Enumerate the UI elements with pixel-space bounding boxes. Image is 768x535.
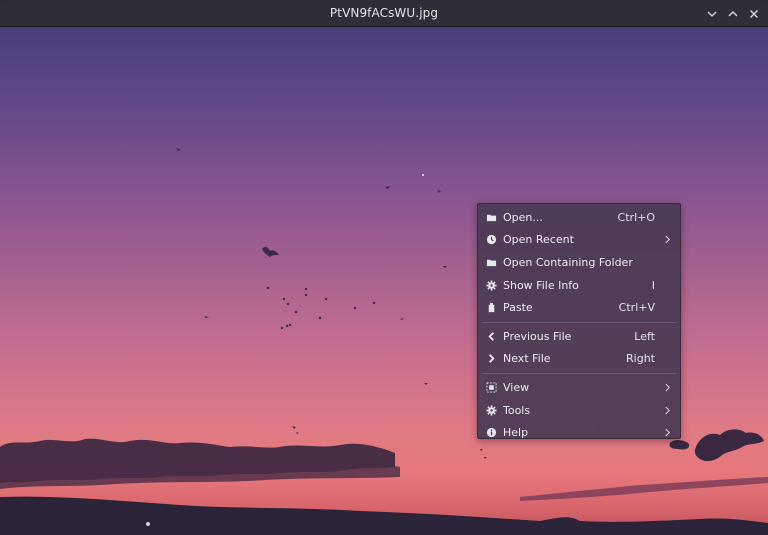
menu-item-shortcut: Left: [634, 329, 655, 343]
menu-item-shortcut: I: [651, 278, 655, 292]
context-menu: Open... Ctrl+O Open Recent Open Containing …: [477, 203, 681, 439]
chevron-up-icon: [728, 10, 738, 17]
close-button[interactable]: [746, 6, 762, 22]
paste-icon: [485, 302, 497, 314]
menu-item-open-containing-folder[interactable]: Open Containing Folder: [478, 251, 680, 274]
chevron-left-icon: [485, 330, 497, 342]
menu-item-help[interactable]: Help: [478, 421, 680, 444]
image-viewer-window: PtVN9fACsWU.jpg Open... Ctrl+O Open Rece…: [0, 0, 768, 535]
submenu-arrow-icon: [663, 235, 671, 245]
clock-icon: [485, 234, 497, 246]
menu-item-next-file[interactable]: Next File Right: [478, 348, 680, 371]
menu-item-label: Tools: [503, 403, 531, 417]
submenu-arrow-icon: [663, 428, 671, 438]
menu-item-open[interactable]: Open... Ctrl+O: [478, 206, 680, 229]
menu-item-paste[interactable]: Paste Ctrl+V: [478, 296, 680, 319]
menu-item-label: Open...: [503, 210, 543, 224]
menu-item-previous-file[interactable]: Previous File Left: [478, 325, 680, 348]
submenu-arrow-icon: [663, 405, 671, 415]
menu-item-label: Next File: [503, 352, 551, 366]
horizon-silhouette: [0, 496, 768, 535]
minimize-button[interactable]: [704, 6, 720, 22]
gear-icon: [485, 279, 497, 291]
chevron-right-icon: [485, 353, 497, 365]
close-icon: [749, 9, 759, 18]
menu-item-label: View: [503, 380, 530, 394]
menu-item-tools[interactable]: Tools: [478, 399, 680, 422]
image-canvas[interactable]: Open... Ctrl+O Open Recent Open Containing …: [0, 27, 768, 535]
menu-item-label: Show File Info: [503, 278, 579, 292]
maximize-button[interactable]: [725, 6, 741, 22]
menu-separator: [482, 373, 676, 375]
menu-item-label: Open Containing Folder: [503, 255, 633, 269]
menu-item-label: Help: [503, 426, 529, 440]
menu-item-view[interactable]: View: [478, 376, 680, 399]
title-bar[interactable]: PtVN9fACsWU.jpg: [0, 0, 768, 27]
gear-icon: [485, 404, 497, 416]
submenu-arrow-icon: [663, 382, 671, 392]
menu-item-shortcut: Ctrl+V: [618, 301, 655, 315]
folder-icon: [485, 256, 497, 268]
menu-separator: [482, 321, 676, 323]
menu-item-shortcut: Right: [626, 352, 655, 366]
menu-item-shortcut: Ctrl+O: [617, 210, 655, 224]
chevron-down-icon: [707, 10, 717, 17]
window-title: PtVN9fACsWU.jpg: [329, 6, 439, 20]
window-controls: [704, 0, 762, 27]
view-icon: [485, 381, 497, 393]
menu-item-label: Previous File: [503, 329, 572, 343]
folder-icon: [485, 211, 497, 223]
menu-item-open-recent[interactable]: Open Recent: [478, 229, 680, 252]
menu-item-label: Open Recent: [503, 233, 574, 247]
menu-item-label: Paste: [503, 301, 533, 315]
menu-item-show-file-info[interactable]: Show File Info I: [478, 274, 680, 297]
info-icon: [485, 427, 497, 439]
